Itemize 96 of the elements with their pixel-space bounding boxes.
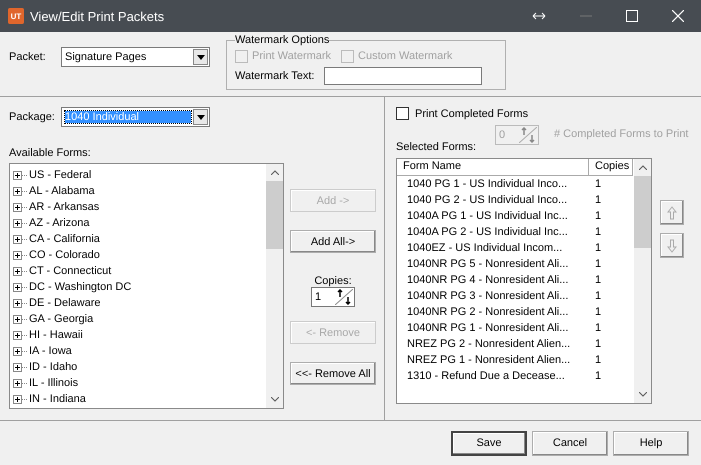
expand-toggle-icon[interactable] — [13, 378, 22, 388]
column-header[interactable]: Form Name — [397, 159, 589, 176]
app-logo: UT — [8, 8, 24, 24]
expand-toggle-icon[interactable] — [13, 266, 22, 276]
table-cell-text: 1040NR PG 3 - Nonresident Ali... — [406, 290, 570, 302]
expand-toggle-icon[interactable] — [13, 186, 22, 196]
packet-label: Packet: — [9, 51, 47, 63]
table-cell-text: 1040EZ - US Individual Incom... — [406, 242, 564, 254]
watermark-text-field[interactable] — [324, 67, 482, 85]
button[interactable]: <<- Remove All — [290, 362, 376, 385]
table-cell-text: 1 — [594, 306, 602, 318]
scroll-down-icon[interactable] — [638, 392, 646, 397]
copies-label: Copies: — [314, 275, 352, 287]
expand-toggle-icon[interactable] — [13, 170, 22, 180]
packet-dropdown[interactable]: Signature Pages — [61, 47, 210, 67]
tree-item[interactable]: AZ - Arizona — [29, 217, 90, 229]
table-cell-text: 1 — [594, 258, 602, 270]
table-cell-text: 1 — [594, 178, 602, 190]
scrollbar[interactable] — [634, 159, 651, 403]
tree-item[interactable]: GA - Georgia — [29, 313, 94, 325]
table-cell-text: 1 — [594, 338, 602, 350]
arrow-up-icon — [667, 206, 677, 220]
available-forms-label: Available Forms: — [9, 147, 92, 159]
checkbox-label: Print Completed Forms — [415, 108, 528, 120]
move-up-button[interactable] — [660, 200, 684, 225]
package-label: Package: — [9, 111, 56, 123]
scroll-down-icon[interactable] — [270, 397, 278, 402]
button[interactable]: Cancel — [532, 430, 608, 456]
table-cell-text: 1 — [594, 290, 602, 302]
expand-toggle-icon[interactable] — [13, 330, 22, 340]
tree-item[interactable]: CT - Connecticut — [29, 265, 112, 277]
spin-arrows-icon[interactable] — [335, 289, 353, 305]
checkbox-label: Print Watermark — [252, 50, 332, 62]
table-cell-text: 1 — [594, 370, 602, 382]
expand-toggle-icon[interactable] — [13, 298, 22, 308]
table-cell-text: 1040NR PG 2 - Nonresident Ali... — [406, 306, 570, 318]
table-cell-text: 1040A PG 1 - US Individual Inc... — [406, 210, 569, 222]
tree-item[interactable]: ID - Idaho — [29, 361, 78, 373]
tree-item[interactable]: IN - Indiana — [29, 393, 86, 405]
table-cell-text: 1 — [594, 354, 602, 366]
checkbox[interactable] — [396, 107, 409, 120]
scroll-up-icon[interactable] — [638, 165, 646, 170]
tree-item[interactable]: US - Federal — [29, 169, 92, 181]
maximize-icon[interactable] — [626, 10, 638, 22]
tree-item[interactable]: DE - Delaware — [29, 297, 101, 309]
expand-toggle-icon[interactable] — [13, 202, 22, 212]
tree-item[interactable]: DC - Washington DC — [29, 281, 132, 293]
expand-toggle-icon[interactable] — [13, 282, 22, 292]
tree-item[interactable]: CO - Colorado — [29, 249, 100, 261]
expand-toggle-icon[interactable] — [13, 234, 22, 244]
tree-item[interactable]: CA - California — [29, 233, 100, 245]
tree-item[interactable]: AL - Alabama — [29, 185, 95, 197]
button[interactable]: Add All-> — [290, 230, 376, 253]
table-cell-text: 1040 PG 2 - US Individual Inco... — [406, 194, 568, 206]
tree-item[interactable]: AR - Arkansas — [29, 201, 100, 213]
copies-spinner[interactable]: 1 — [311, 287, 355, 307]
expand-toggle-icon[interactable] — [13, 250, 22, 260]
expand-toggle-icon[interactable] — [13, 394, 22, 404]
table-cell-text: NREZ PG 2 - Nonresident Alien... — [406, 338, 572, 350]
table-cell-text: 1 — [594, 322, 602, 334]
completed-count-label: # Completed Forms to Print — [554, 128, 688, 140]
dropdown-arrow-icon — [196, 114, 204, 120]
tree-item[interactable]: IL - Illinois — [29, 377, 78, 389]
scrollbar[interactable] — [266, 164, 283, 408]
button[interactable]: Save — [451, 430, 527, 456]
table-cell-text: 1310 - Refund Due a Decease... — [406, 370, 566, 382]
column-header[interactable]: Copies — [589, 159, 633, 176]
group-title: Watermark Options — [235, 34, 330, 46]
dropdown-arrow-icon — [196, 54, 204, 60]
table-cell-text: 1 — [594, 226, 602, 238]
checkbox-label: Custom Watermark — [358, 50, 452, 62]
tree-item[interactable]: IA - Iowa — [29, 345, 72, 357]
window-title: View/Edit Print Packets — [30, 8, 164, 24]
table-cell-text: 1 — [594, 242, 602, 254]
resize-arrows-icon[interactable] — [532, 11, 546, 21]
expand-toggle-icon[interactable] — [13, 346, 22, 356]
expand-toggle-icon[interactable] — [13, 362, 22, 372]
watermark-text-label: Watermark Text: — [235, 70, 314, 82]
table-cell-text: NREZ PG 1 - Nonresident Alien... — [406, 354, 572, 366]
table-cell-text: 1040NR PG 5 - Nonresident Ali... — [406, 258, 570, 270]
table-cell-text: 1040 PG 1 - US Individual Inco... — [406, 178, 568, 190]
expand-toggle-icon[interactable] — [13, 314, 22, 324]
move-down-button[interactable] — [660, 233, 684, 258]
arrow-down-icon — [667, 238, 677, 252]
tree-item[interactable]: HI - Hawaii — [29, 329, 83, 341]
expand-toggle-icon[interactable] — [13, 218, 22, 228]
table-cell-text: 1040A PG 2 - US Individual Inc... — [406, 226, 569, 238]
table-cell-text: 1 — [594, 194, 602, 206]
close-icon[interactable] — [672, 10, 684, 22]
selected-forms-label: Selected Forms: — [396, 141, 476, 153]
table-cell-text: 1040NR PG 1 - Nonresident Ali... — [406, 322, 570, 334]
scroll-up-icon[interactable] — [270, 170, 278, 175]
table-cell-text: 1 — [594, 210, 602, 222]
table-cell-text: 1 — [594, 274, 602, 286]
table-cell-text: 1040NR PG 4 - Nonresident Ali... — [406, 274, 570, 286]
button[interactable]: Help — [613, 430, 689, 456]
